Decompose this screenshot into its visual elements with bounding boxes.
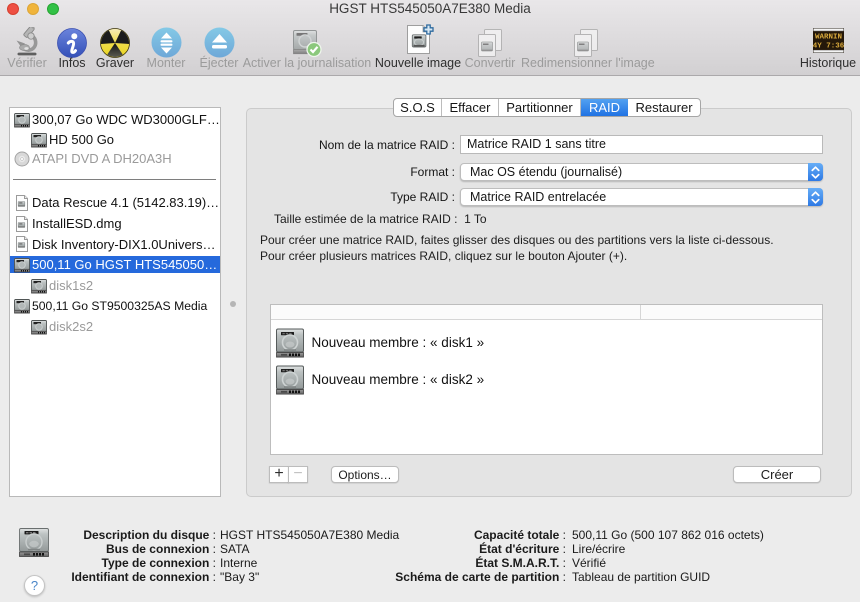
svg-text:WARNIN: WARNIN xyxy=(814,33,841,41)
svg-text:4Y 7:36: 4Y 7:36 xyxy=(813,42,844,50)
